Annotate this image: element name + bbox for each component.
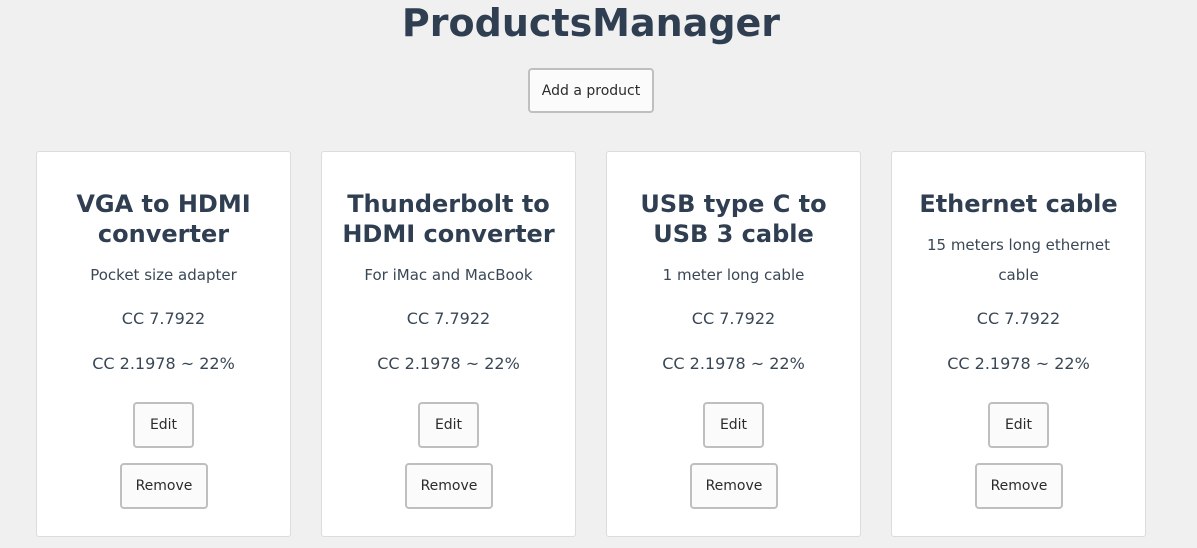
- product-price: CC 7.7922: [976, 309, 1061, 328]
- product-price: CC 7.7922: [691, 309, 776, 328]
- edit-button[interactable]: Edit: [988, 402, 1049, 448]
- product-description: Pocket size adapter: [90, 266, 237, 284]
- product-price: CC 7.7922: [406, 309, 491, 328]
- product-description: 15 meters long ethernet cable: [926, 236, 1111, 284]
- product-card: VGA to HDMI converter Pocket size adapte…: [36, 151, 291, 537]
- edit-button[interactable]: Edit: [418, 402, 479, 448]
- edit-button[interactable]: Edit: [703, 402, 764, 448]
- product-name: VGA to HDMI converter: [76, 190, 251, 248]
- product-description: 1 meter long cable: [662, 266, 805, 284]
- product-name: Thunderbolt to HDMI converter: [342, 190, 555, 248]
- product-tax: CC 2.1978 ~ 22%: [377, 354, 520, 373]
- product-card: USB type C to USB 3 cable 1 meter long c…: [606, 151, 861, 537]
- product-card: Ethernet cable 15 meters long ethernet c…: [891, 151, 1146, 537]
- edit-button[interactable]: Edit: [133, 402, 194, 448]
- product-price: CC 7.7922: [121, 309, 206, 328]
- remove-button[interactable]: Remove: [690, 463, 778, 509]
- page-title: ProductsManager: [401, 1, 781, 45]
- product-name: Ethernet cable: [919, 190, 1118, 218]
- remove-button[interactable]: Remove: [975, 463, 1063, 509]
- product-tax: CC 2.1978 ~ 22%: [92, 354, 235, 373]
- remove-button[interactable]: Remove: [405, 463, 493, 509]
- product-tax: CC 2.1978 ~ 22%: [662, 354, 805, 373]
- product-tax: CC 2.1978 ~ 22%: [947, 354, 1090, 373]
- remove-button[interactable]: Remove: [120, 463, 208, 509]
- product-description: For iMac and MacBook: [364, 266, 533, 284]
- product-name: USB type C to USB 3 cable: [640, 190, 827, 248]
- add-product-button[interactable]: Add a product: [528, 68, 654, 113]
- product-card: Thunderbolt to HDMI converter For iMac a…: [321, 151, 576, 537]
